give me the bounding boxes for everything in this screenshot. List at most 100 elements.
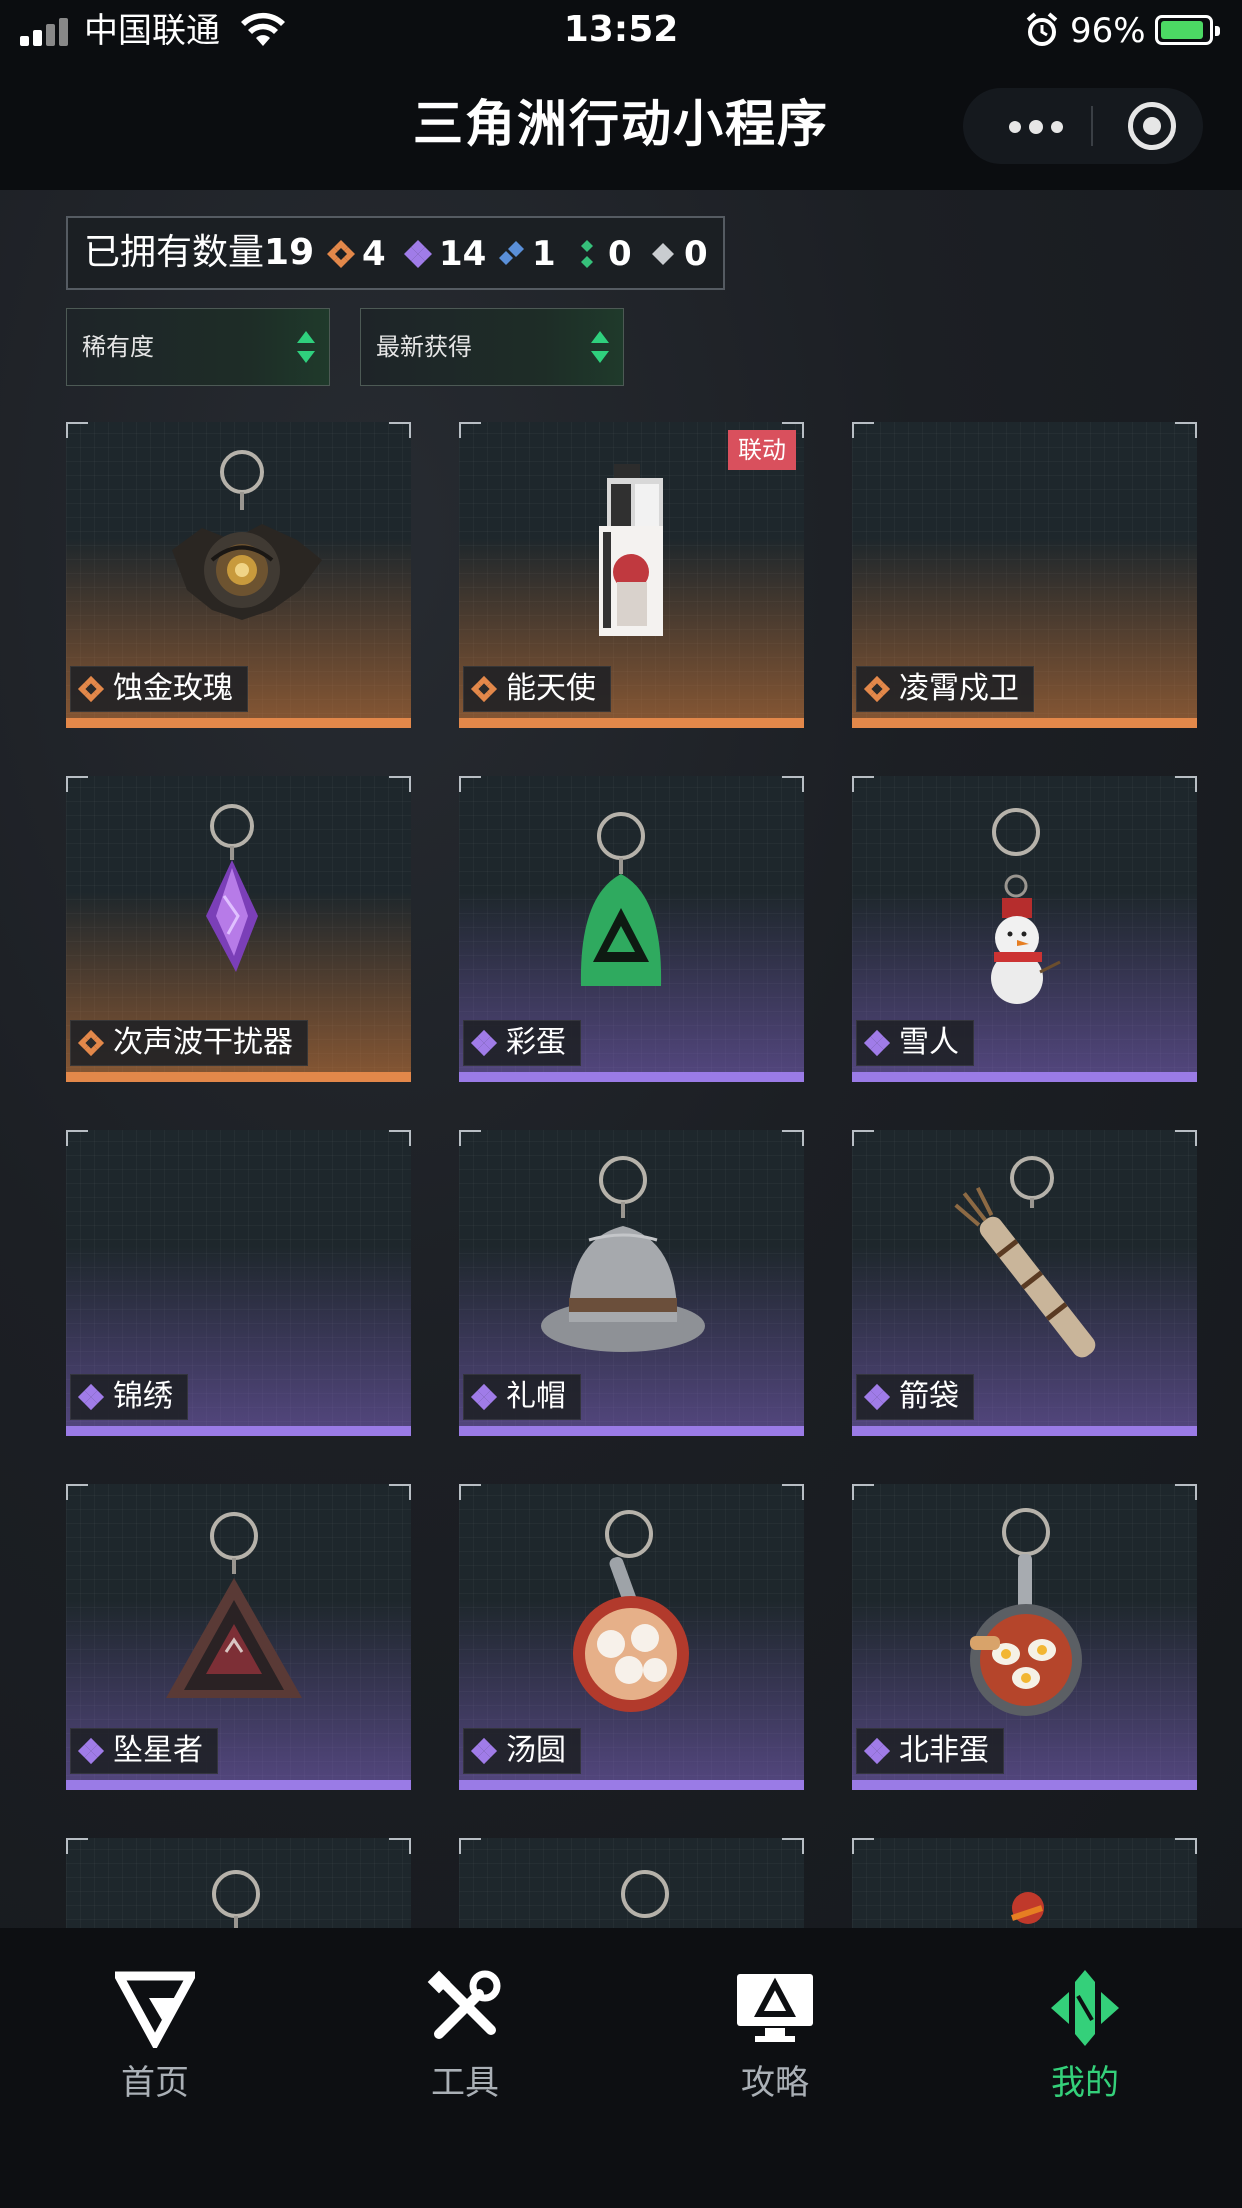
gold-gem-icon <box>470 675 498 703</box>
item-nameplate: 雪人 <box>856 1020 974 1066</box>
alarm-icon <box>1026 12 1058 46</box>
purple-gem-icon <box>470 1029 498 1057</box>
collab-badge: 联动 <box>728 430 796 470</box>
more-dots-icon[interactable] <box>1003 88 1083 164</box>
item-name: 北非蛋 <box>899 1733 989 1768</box>
rarity-count-gold: 4 <box>326 234 386 274</box>
green-gem-icon <box>572 239 602 269</box>
item-image <box>1011 1892 1044 1924</box>
item-name: 凌霄戍卫 <box>899 671 1019 706</box>
item-name: 次声波干扰器 <box>113 1025 293 1060</box>
monitor-guide-icon <box>737 1974 813 2042</box>
rarity-bar <box>852 1072 1197 1082</box>
gold-gem-icon <box>77 1029 105 1057</box>
sort-arrows-icon <box>591 331 609 365</box>
item-name: 蚀金玫瑰 <box>113 671 233 706</box>
rarity-count-purple: 14 <box>403 234 486 274</box>
item-nameplate: 汤圆 <box>463 1728 581 1774</box>
item-name: 坠星者 <box>113 1733 203 1768</box>
rarity-count-blue: 1 <box>496 234 556 274</box>
item-card-partial[interactable] <box>852 1838 1197 1928</box>
capsule-divider <box>1091 106 1093 146</box>
item-image <box>212 1870 260 1928</box>
item-nameplate: 能天使 <box>463 666 611 712</box>
item-card[interactable]: 礼帽 <box>459 1130 804 1436</box>
purple-gem-icon <box>470 1383 498 1411</box>
purple-gem-icon <box>77 1383 105 1411</box>
item-name: 箭袋 <box>899 1379 959 1414</box>
item-card[interactable]: 蚀金玫瑰 <box>66 422 411 728</box>
purple-gem-icon <box>77 1737 105 1765</box>
rarity-bar <box>459 718 804 728</box>
rarity-bar <box>66 1072 411 1082</box>
home-logo-icon <box>115 1971 195 2048</box>
rarity-bar <box>852 1426 1197 1436</box>
gold-gem-icon <box>326 239 356 269</box>
item-card[interactable]: 凌霄戍卫 <box>852 422 1197 728</box>
item-name: 彩蛋 <box>506 1025 566 1060</box>
tools-icon <box>427 1970 501 2039</box>
purple-gem-icon <box>470 1737 498 1765</box>
battery-icon <box>1155 15 1220 45</box>
item-image <box>621 1870 669 1918</box>
blue-gem-icon <box>496 239 526 269</box>
item-card[interactable]: 次声波干扰器 <box>66 776 411 1082</box>
item-nameplate: 次声波干扰器 <box>70 1020 308 1066</box>
rarity-bar <box>852 1780 1197 1790</box>
item-card[interactable]: 箭袋 <box>852 1130 1197 1436</box>
item-nameplate: 北非蛋 <box>856 1728 1004 1774</box>
owned-total: 19 <box>264 232 315 273</box>
owned-label: 已拥有数量 <box>84 232 265 273</box>
tab-mine[interactable]: 我的 <box>930 1968 1240 2148</box>
item-card[interactable]: 彩蛋 <box>459 776 804 1082</box>
gold-gem-icon <box>863 675 891 703</box>
item-nameplate: 彩蛋 <box>463 1020 581 1066</box>
rarity-count-green: 0 <box>572 234 632 274</box>
target-circle-icon[interactable] <box>1128 102 1176 150</box>
item-card[interactable]: 北非蛋 <box>852 1484 1197 1790</box>
sort-arrows-icon <box>297 331 315 365</box>
item-card[interactable]: 汤圆 <box>459 1484 804 1790</box>
rarity-bar <box>66 718 411 728</box>
item-card-partial[interactable] <box>459 1838 804 1928</box>
item-name: 雪人 <box>899 1025 959 1060</box>
top-bar: 中国联通 13:52 96% 三角洲行动小程序 <box>0 0 1242 190</box>
collection-panel: 已拥有数量19 4 14 1 0 0 稀有度 最新获得 蚀金玫瑰 联动 能天使 凌霄戍… <box>0 190 1242 1928</box>
bottom-tab-bar: 首页 工具 攻略 我的 <box>0 1928 1242 2208</box>
purple-gem-icon <box>403 239 433 269</box>
item-name: 锦绣 <box>113 1379 173 1414</box>
item-nameplate: 锦绣 <box>70 1374 188 1420</box>
item-nameplate: 凌霄戍卫 <box>856 666 1034 712</box>
profile-logo-icon <box>1051 1970 1119 2046</box>
item-card[interactable]: 联动能天使 <box>459 422 804 728</box>
item-name: 礼帽 <box>506 1379 566 1414</box>
tab-tools[interactable]: 工具 <box>310 1968 620 2148</box>
item-card[interactable]: 雪人 <box>852 776 1197 1082</box>
item-name: 汤圆 <box>506 1733 566 1768</box>
item-card[interactable]: 坠星者 <box>66 1484 411 1790</box>
rarity-bar <box>459 1072 804 1082</box>
purple-gem-icon <box>863 1737 891 1765</box>
rarity-count-white: 0 <box>648 234 708 274</box>
rarity-bar <box>459 1426 804 1436</box>
item-nameplate: 坠星者 <box>70 1728 218 1774</box>
rarity-bar <box>852 718 1197 728</box>
owned-summary: 已拥有数量19 4 14 1 0 0 <box>66 216 725 290</box>
rarity-filter-select[interactable]: 稀有度 <box>66 308 330 386</box>
item-name: 能天使 <box>506 671 596 706</box>
tab-guide[interactable]: 攻略 <box>620 1968 930 2148</box>
gold-gem-icon <box>77 675 105 703</box>
item-nameplate: 蚀金玫瑰 <box>70 666 248 712</box>
rarity-bar <box>66 1426 411 1436</box>
item-nameplate: 礼帽 <box>463 1374 581 1420</box>
battery-percent: 96% <box>1070 11 1146 51</box>
sort-order-select[interactable]: 最新获得 <box>360 308 624 386</box>
status-bar: 中国联通 13:52 96% <box>0 0 1242 62</box>
item-nameplate: 箭袋 <box>856 1374 974 1420</box>
rarity-bar <box>459 1780 804 1790</box>
item-card-partial[interactable] <box>66 1838 411 1928</box>
item-card[interactable]: 锦绣 <box>66 1130 411 1436</box>
purple-gem-icon <box>863 1029 891 1057</box>
tab-home[interactable]: 首页 <box>0 1968 310 2148</box>
miniprogram-capsule <box>963 88 1203 164</box>
